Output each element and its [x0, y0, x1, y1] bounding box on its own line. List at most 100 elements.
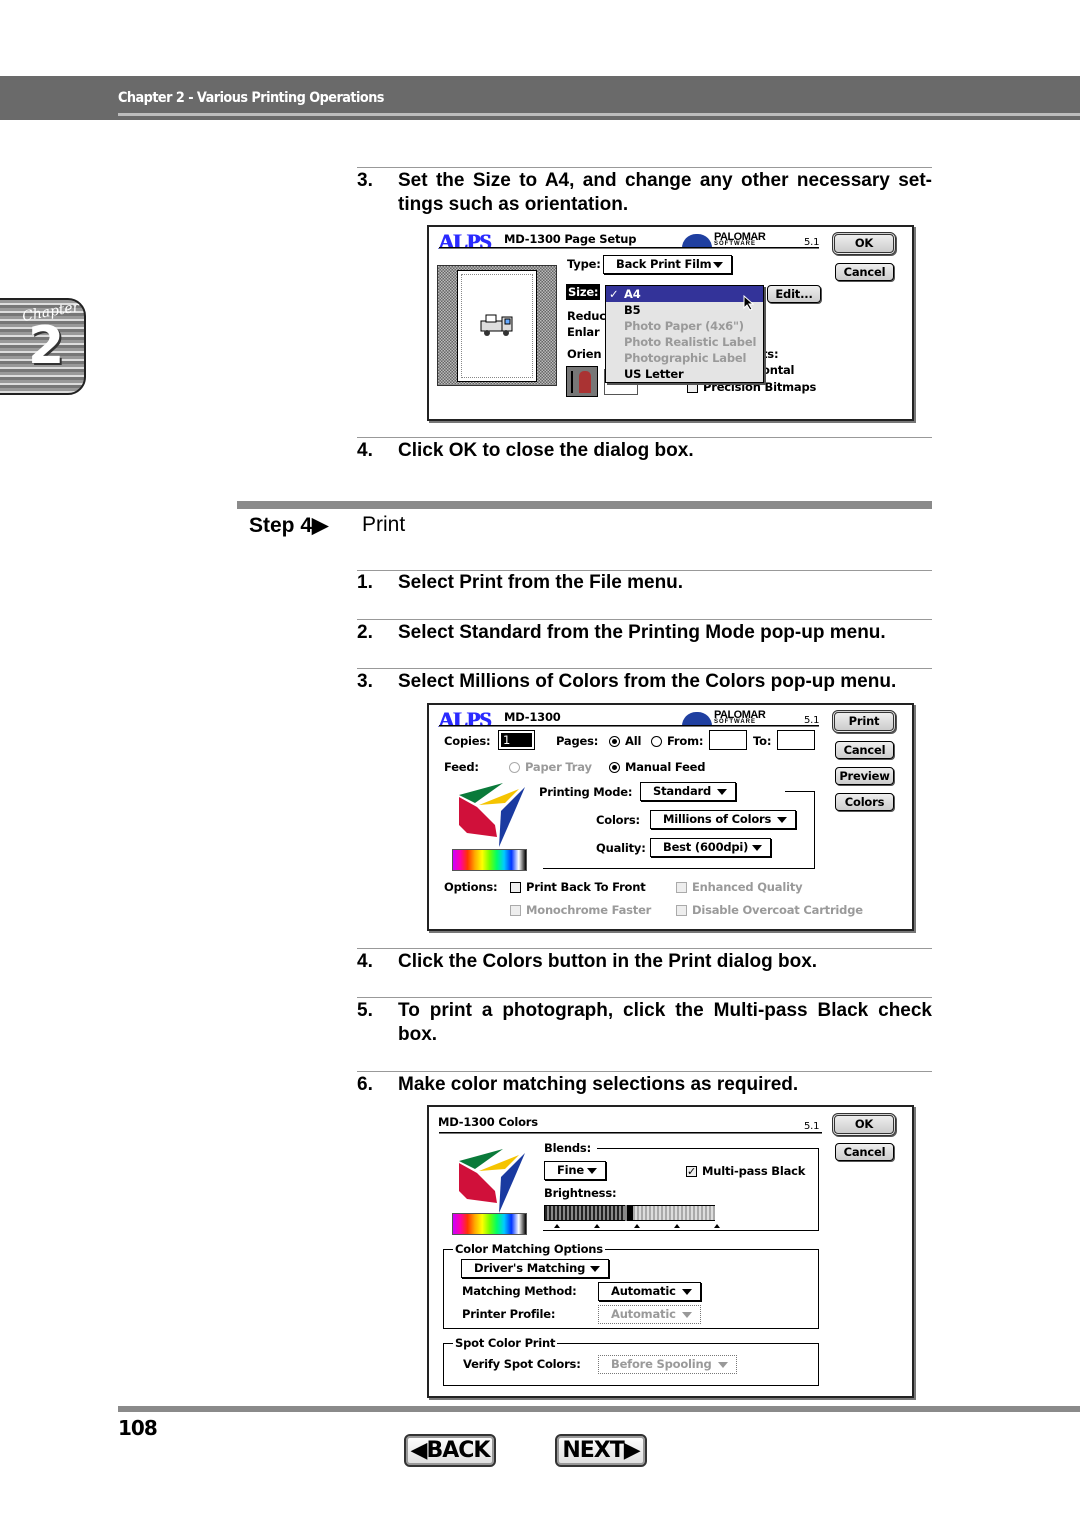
chevron-down-icon — [590, 1266, 600, 1272]
from-page-input[interactable] — [709, 730, 747, 750]
step-divider — [357, 437, 932, 438]
step-divider — [357, 948, 932, 949]
page-setup-dialog: ALPS MD-1300 Page Setup PALOMAR SOFTWARE … — [427, 225, 914, 421]
color-cube-logo — [459, 1149, 525, 1213]
step-divider — [357, 668, 932, 669]
blends-label: Blends: — [544, 1141, 591, 1155]
spot-color-group-label: Spot Color Print — [453, 1335, 558, 1351]
printing-mode-popup[interactable]: Standard — [640, 782, 736, 801]
dialog-title: MD-1300 Page Setup — [504, 232, 637, 246]
cancel-button[interactable]: Cancel — [835, 263, 894, 281]
copies-label: Copies: — [444, 734, 491, 748]
matching-method-popup[interactable]: Automatic — [598, 1282, 701, 1301]
color-cube-logo — [459, 783, 525, 847]
header-underline — [118, 113, 1080, 116]
print-button[interactable]: Print — [832, 710, 896, 733]
quality-label: Quality: — [596, 841, 646, 855]
step-divider — [357, 1071, 932, 1072]
alps-logo: ALPS — [438, 707, 491, 732]
ok-button[interactable]: OK — [832, 1113, 896, 1136]
printer-profile-popup: Automatic — [598, 1305, 701, 1324]
size-label: Size: — [566, 284, 601, 300]
colors-label: Colors: — [596, 813, 640, 827]
edit-button[interactable]: Edit... — [767, 285, 821, 303]
printing-mode-label: Printing Mode: — [539, 785, 633, 799]
effects-label: ts: — [762, 347, 779, 361]
copies-input[interactable]: 1 — [498, 730, 535, 750]
step-number: 1. — [357, 572, 373, 593]
cancel-button[interactable]: Cancel — [835, 741, 894, 759]
type-label: Type: — [567, 257, 601, 271]
color-spectrum-bar — [452, 1213, 527, 1235]
preview-button[interactable]: Preview — [835, 767, 894, 785]
type-popup[interactable]: Back Print Film — [603, 255, 732, 274]
slider-tick — [714, 1224, 720, 1228]
chevron-down-icon — [587, 1168, 597, 1174]
footer-bar — [118, 1406, 1080, 1412]
feed-label: Feed: — [444, 760, 479, 774]
pages-all-radio[interactable]: All — [609, 733, 641, 749]
chapter-tab: Chapter 2 — [0, 298, 86, 395]
chevron-down-icon — [717, 789, 727, 795]
step-text: To print a photograph, click the Multi-p… — [398, 1000, 932, 1045]
step-divider — [357, 167, 932, 168]
chevron-down-icon — [777, 817, 787, 823]
dialog-title: MD-1300 — [504, 710, 561, 724]
group-border — [543, 868, 815, 869]
checkbox-icon — [510, 905, 521, 916]
step-heading-label: Step 4▶ — [249, 514, 329, 537]
brightness-slider[interactable] — [544, 1205, 715, 1221]
group-border — [785, 791, 815, 792]
verify-spot-colors-popup: Before Spooling — [598, 1355, 737, 1374]
next-button[interactable]: NEXT▶ — [555, 1434, 647, 1467]
manual-feed-radio[interactable]: Manual Feed — [609, 759, 706, 775]
radio-icon — [509, 762, 520, 773]
pages-from-radio[interactable]: From: — [651, 733, 703, 749]
back-button[interactable]: ◀BACK — [404, 1434, 496, 1467]
matching-source-popup[interactable]: Driver's Matching — [461, 1259, 609, 1278]
step-text: Select Standard from the Printing Mode p… — [398, 622, 886, 643]
colors-button[interactable]: Colors — [835, 793, 894, 811]
size-option-photographic-label: Photographic Label — [624, 351, 747, 365]
chapter-header: Chapter 2 - Various Printing Operations — [0, 76, 1080, 120]
to-page-input[interactable] — [777, 730, 815, 750]
chevron-down-icon — [682, 1312, 692, 1318]
ok-button[interactable]: OK — [832, 232, 896, 255]
step-divider — [357, 619, 932, 620]
flip-horizontal-label: ontal — [762, 363, 795, 377]
printer-truck-icon — [480, 314, 513, 336]
color-matching-group-label: Color Matching Options — [453, 1241, 605, 1257]
cancel-button[interactable]: Cancel — [835, 1143, 894, 1161]
step-number: 5. — [357, 1000, 373, 1021]
title-rule — [439, 725, 819, 727]
quality-popup[interactable]: Best (600dpi) — [650, 838, 771, 857]
group-border — [818, 1148, 819, 1231]
size-option-b5[interactable]: B5 — [624, 302, 641, 318]
blends-popup[interactable]: Fine — [544, 1161, 606, 1180]
page-number: 108 — [118, 1416, 158, 1440]
title-rule — [439, 247, 819, 249]
group-border — [597, 1148, 819, 1149]
slider-thumb[interactable] — [625, 1205, 633, 1221]
chevron-down-icon — [682, 1289, 692, 1295]
colors-popup[interactable]: Millions of Colors — [650, 810, 796, 829]
size-option-us-letter[interactable]: US Letter — [624, 366, 684, 382]
color-spectrum-bar — [452, 849, 527, 871]
alps-logo: ALPS — [438, 229, 491, 254]
step-number: 2. — [357, 622, 373, 643]
portrait-orientation-icon[interactable] — [566, 366, 598, 397]
disable-overcoat-checkbox: Disable Overcoat Cartridge — [676, 902, 863, 918]
printer-profile-label: Printer Profile: — [462, 1307, 556, 1321]
size-option-a4[interactable]: ✓ A4 — [606, 286, 763, 302]
brightness-label: Brightness: — [544, 1186, 617, 1200]
group-border — [814, 791, 815, 869]
checkbox-icon — [676, 905, 687, 916]
to-label: To: — [753, 734, 772, 748]
radio-icon — [651, 736, 662, 747]
chevron-down-icon — [718, 1362, 728, 1368]
print-back-to-front-checkbox[interactable]: Print Back To Front — [510, 879, 646, 895]
checkbox-icon — [510, 882, 521, 893]
step-divider — [357, 997, 932, 998]
multipass-black-checkbox[interactable]: ✓ Multi-pass Black — [686, 1163, 805, 1179]
orientation-label: Orien — [567, 347, 602, 361]
